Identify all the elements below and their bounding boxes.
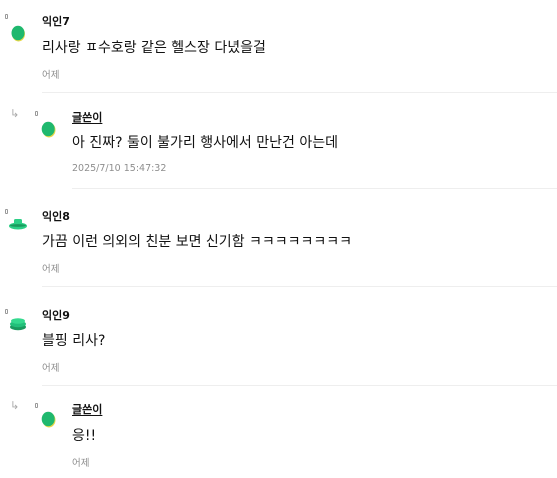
comment-divider xyxy=(72,188,557,189)
comment-timestamp: 어제 xyxy=(42,70,60,81)
reply-arrow-icon: ↳ xyxy=(10,107,20,120)
comment-divider xyxy=(42,286,557,287)
comment-timestamp: 어제 xyxy=(42,363,60,374)
comment-author[interactable]: 글쓴이 xyxy=(72,401,102,417)
reply-arrow-icon: ↳ xyxy=(10,399,20,412)
comment-divider xyxy=(42,385,557,386)
comment-author[interactable]: 익인9 xyxy=(42,307,70,323)
comment-marker-icon xyxy=(35,403,38,408)
avatar-icon[interactable] xyxy=(40,118,60,140)
comment-marker-icon xyxy=(35,111,38,116)
comment-marker-icon xyxy=(5,14,8,19)
comment-text: 리사랑 ㅍ수호랑 같은 헬스장 다녔을걸 xyxy=(42,40,266,56)
comment-timestamp: 2025/7/10 15:47:32 xyxy=(72,163,167,174)
comment-timestamp: 어제 xyxy=(42,264,60,275)
comment-text: 블핑 리사? xyxy=(42,333,106,349)
avatar-icon[interactable] xyxy=(10,22,30,44)
comment-text: 응!! xyxy=(72,428,97,444)
comment-timestamp: 어제 xyxy=(72,458,90,469)
comment-author[interactable]: 익인8 xyxy=(42,208,70,224)
comment-author[interactable]: 익인7 xyxy=(42,13,70,29)
comment-author[interactable]: 글쓴이 xyxy=(72,109,102,125)
avatar-icon[interactable] xyxy=(8,214,28,236)
comment-text: 가끔 이런 의외의 친분 보면 신기함 ㅋㅋㅋㅋㅋㅋㅋㅋ xyxy=(42,234,353,250)
comment-text: 아 진짜? 둘이 불가리 행사에서 만난건 아는데 xyxy=(72,135,338,151)
avatar-icon[interactable] xyxy=(40,408,60,430)
avatar-icon[interactable] xyxy=(8,313,28,335)
comment-divider xyxy=(42,92,557,93)
